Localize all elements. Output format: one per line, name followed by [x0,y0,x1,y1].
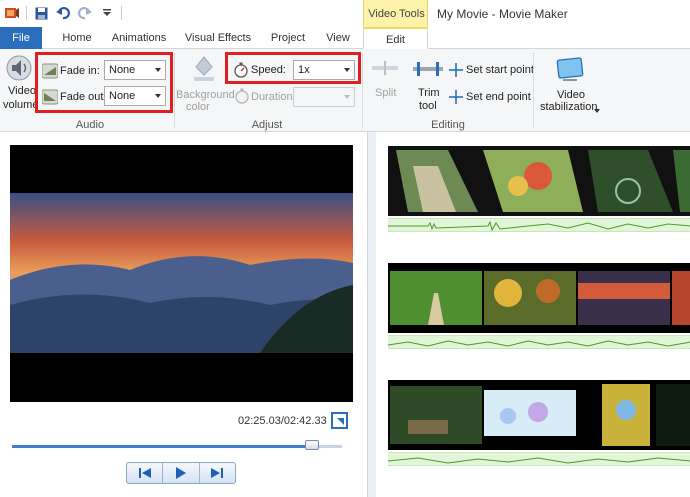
tab-visual-effects[interactable]: Visual Effects [182,27,254,49]
ribbon-tabs: File Home Animations Visual Effects Proj… [0,27,690,49]
tab-file[interactable]: File [0,27,42,49]
playback-controls [126,462,236,484]
duration-dropdown [293,87,355,107]
ribbon: Video volume Fade in: None Fade out: Non… [0,49,690,132]
context-tab-label: Video Tools [368,8,425,20]
paint-bucket-icon [190,53,218,86]
set-end-point-icon[interactable] [449,90,465,106]
seek-progress [12,445,313,448]
app-icon[interactable] [4,5,20,21]
previous-frame-button[interactable] [127,463,164,483]
toolbar-separator [26,6,27,20]
fullscreen-icon[interactable] [331,412,348,429]
window-title: My Movie - Movie Maker [437,7,568,21]
adjust-group-label: Adjust [251,119,283,131]
play-icon [175,467,186,479]
audio-track[interactable] [387,335,690,349]
tab-animations[interactable]: Animations [108,27,170,49]
video-stabilization-label[interactable]: Video [557,89,585,101]
video-volume-label[interactable]: Video [8,85,36,97]
timecode: 02:25.03/02:42.33 [238,415,327,427]
tab-view[interactable]: View [320,27,356,49]
context-tab-band: Video Tools [363,0,428,27]
clip-strip[interactable] [388,146,690,216]
previous-frame-icon [138,468,151,478]
chevron-down-icon [344,95,350,99]
video-preview[interactable] [10,145,353,402]
trim-tool-icon[interactable] [413,61,443,80]
title-bar: Video Tools My Movie - Movie Maker [0,0,690,27]
preview-pane: 02:25.03/02:42.33 [0,132,367,497]
group-separator [533,53,534,128]
audio-group-label: Audio [75,119,105,131]
quick-access-toolbar [4,5,122,21]
undo-icon[interactable] [55,5,71,21]
group-separator [174,53,175,128]
clip-strip[interactable] [388,380,690,450]
set-end-point-label[interactable]: Set end point [466,91,531,103]
redo-icon[interactable] [77,5,93,21]
split-icon [372,61,398,78]
main-area: 02:25.03/02:42.33 [0,132,690,497]
tab-edit[interactable]: Edit [363,27,428,49]
next-frame-icon [211,468,224,478]
video-stabilization-label-2[interactable]: stabilization [540,101,597,113]
video-volume-label-2[interactable]: volume [3,99,38,111]
pane-splitter[interactable] [368,132,376,497]
toolbar-separator [121,6,122,20]
set-start-point-label[interactable]: Set start point [466,64,534,76]
clip-strip[interactable] [388,263,690,333]
editing-group-label: Editing [431,119,465,131]
background-color-label-2: color [186,101,210,113]
highlight-box-speed [225,52,361,84]
trim-tool-label[interactable]: Trim [418,87,440,99]
play-button[interactable] [163,463,200,483]
tab-home[interactable]: Home [56,27,98,49]
background-color-label: Background [176,89,235,101]
video-volume-icon[interactable] [6,55,32,84]
storyboard-pane [367,132,690,497]
chevron-down-icon[interactable] [594,104,600,113]
duration-label: Duration: [251,91,296,103]
highlight-box-fade [35,52,173,113]
next-frame-button[interactable] [200,463,235,483]
audio-track[interactable] [387,452,690,466]
duration-stopwatch-icon [234,88,250,104]
split-label: Split [375,87,397,99]
seek-bar[interactable] [12,445,342,448]
save-icon[interactable] [33,5,49,21]
set-start-point-icon[interactable] [449,63,465,79]
tab-project[interactable]: Project [266,27,310,49]
group-separator [362,53,363,128]
customize-qat-dropdown-icon[interactable] [99,5,115,21]
seek-thumb[interactable] [305,440,320,450]
video-stabilization-icon[interactable] [555,55,585,86]
audio-track[interactable] [388,218,690,232]
trim-tool-label-2[interactable]: tool [419,100,437,112]
